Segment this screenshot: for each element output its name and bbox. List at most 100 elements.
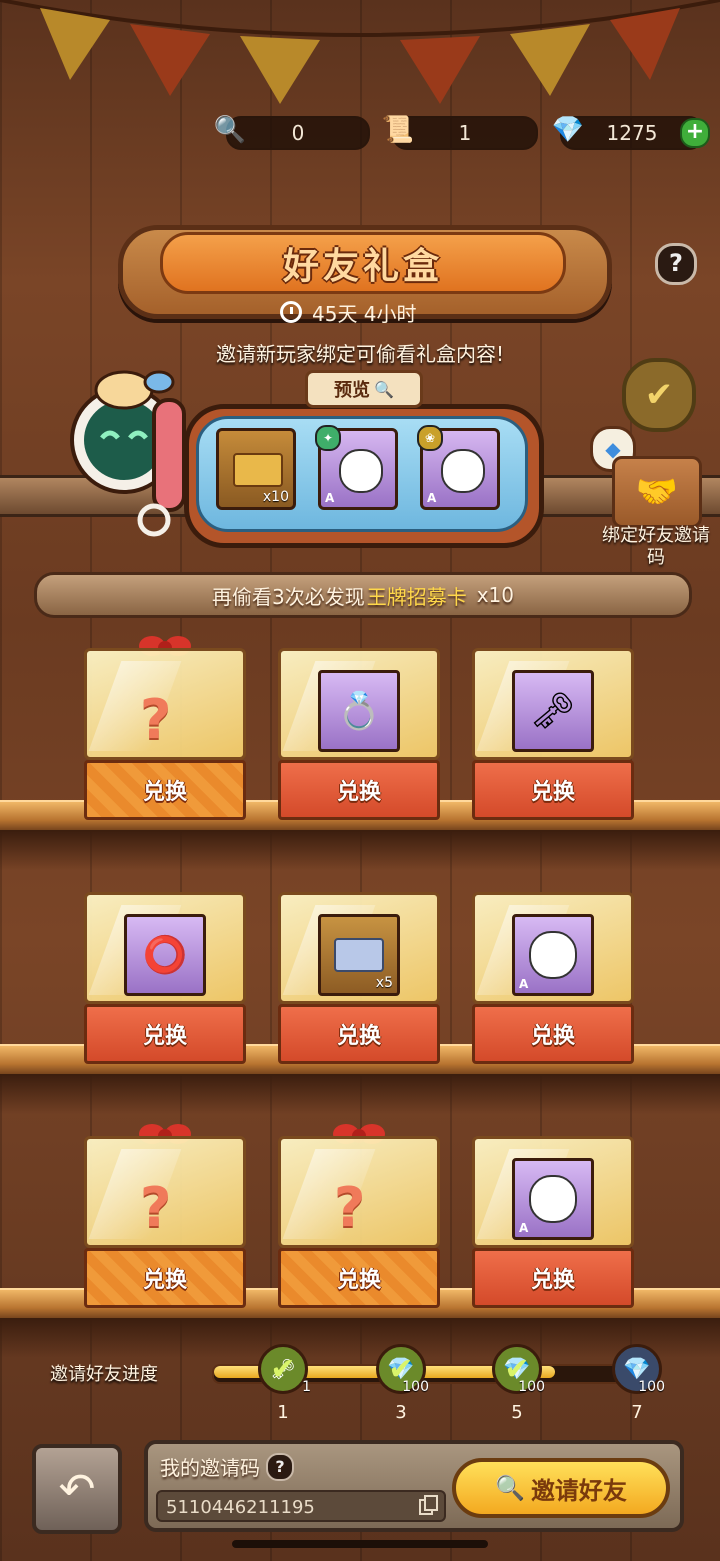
- bunting-decoration: [0, 0, 720, 104]
- exchange-button[interactable]: 兑换: [472, 760, 634, 820]
- preview-item-qty: x10: [262, 489, 289, 505]
- claimed-check-badge: ✔: [622, 358, 696, 432]
- exchange-button[interactable]: 兑换: [278, 1004, 440, 1064]
- banner-prefix: 再偷看3次必发现: [211, 584, 365, 609]
- grade-badge: A: [519, 1221, 529, 1235]
- milestone-7[interactable]: 💎 100: [612, 1344, 665, 1395]
- magnifier-icon: 🔍: [495, 1474, 525, 1502]
- milestone-count: 3: [395, 1402, 407, 1423]
- check-icon: ✔: [270, 1351, 296, 1387]
- timer-text: 45天 4小时: [312, 301, 417, 326]
- milestone-reward: 100: [518, 1379, 545, 1395]
- exchange-label: 兑换: [142, 1268, 187, 1293]
- milestone-count: 7: [631, 1402, 643, 1423]
- milestone-3[interactable]: 💎 ✔ 100: [376, 1344, 429, 1395]
- scroll-count: 1: [458, 121, 472, 145]
- exchange-label: 兑换: [142, 780, 187, 805]
- shelf-shadow: [0, 1074, 720, 1114]
- mascot-robot: [70, 370, 186, 537]
- grade-badge: A: [325, 491, 335, 505]
- guarantee-banner: 再偷看3次必发现 王牌招募卡 x10: [34, 572, 692, 618]
- dog-character-icon: [441, 449, 485, 493]
- exchange-button[interactable]: 兑换: [278, 1248, 440, 1308]
- milestone-reward: 100: [638, 1379, 665, 1395]
- banner-highlight: 王牌招募卡: [366, 584, 467, 609]
- exchange-label: 兑换: [530, 1024, 575, 1049]
- milestone-1[interactable]: 🗝 ✔ 1: [258, 1344, 311, 1395]
- exchange-button[interactable]: 兑换: [84, 1004, 246, 1064]
- reward-card-mystery[interactable]: ? 兑换: [80, 636, 250, 826]
- preview-button[interactable]: 预览 🔍: [305, 370, 423, 408]
- exchange-button[interactable]: 兑换: [472, 1248, 634, 1308]
- help-button[interactable]: ?: [655, 243, 697, 285]
- magnifier-count: 0: [291, 121, 305, 145]
- back-button[interactable]: ↶: [32, 1444, 122, 1534]
- reward-card-duck[interactable]: A 兑换: [468, 1136, 638, 1314]
- preview-item-ticket[interactable]: x10: [216, 428, 296, 510]
- grade-badge: A: [427, 491, 437, 505]
- invite-code-title-row: 我的邀请码 ?: [160, 1452, 294, 1481]
- magnifier-icon: 🔍: [213, 115, 247, 145]
- milestone-reward: 100: [402, 1379, 429, 1395]
- reward-card-ticket[interactable]: x5 兑换: [274, 892, 444, 1070]
- milestone-reward: 1: [302, 1379, 311, 1395]
- milestone-count: 5: [511, 1402, 523, 1423]
- handshake-icon: 🤝: [635, 472, 679, 512]
- bracelet-icon: ⭕: [124, 914, 206, 996]
- invite-code-title: 我的邀请码: [160, 1456, 260, 1480]
- add-gems-button[interactable]: +: [680, 118, 710, 148]
- gem-icon: 💎: [551, 115, 585, 145]
- exchange-button[interactable]: 兑换: [84, 1248, 246, 1308]
- element-badge-icon: ❀: [417, 425, 443, 451]
- milestone-count: 1: [277, 1402, 289, 1423]
- invite-progress-label: 邀请好友进度: [50, 1364, 158, 1385]
- copy-icon[interactable]: [418, 1494, 440, 1516]
- exchange-label: 兑换: [142, 1024, 187, 1049]
- page-title: 好友礼盒: [282, 246, 443, 287]
- bind-invite-code-button[interactable]: 🤝: [612, 456, 702, 528]
- question-mark-icon: ?: [140, 688, 172, 751]
- magnifier-icon: 🔍: [374, 379, 394, 399]
- title-plate: 好友礼盒: [160, 232, 566, 294]
- invite-code-field[interactable]: 5110446211195: [156, 1490, 446, 1522]
- shelf-shadow: [0, 830, 720, 870]
- milestone-5[interactable]: 💎 ✔ 100: [492, 1344, 545, 1395]
- exchange-button[interactable]: 兑换: [84, 760, 246, 820]
- clock-icon: [280, 301, 302, 323]
- reward-card-mystery[interactable]: ? 兑换: [80, 1124, 250, 1314]
- reward-card-mystery[interactable]: ? 兑换: [274, 1124, 444, 1314]
- preview-item-duck[interactable]: ✦ A: [315, 425, 398, 510]
- back-arrow-icon: ↶: [58, 1463, 96, 1515]
- exchange-label: 兑换: [336, 780, 381, 805]
- dog-character-icon: A: [512, 914, 594, 996]
- exchange-button[interactable]: 兑换: [278, 760, 440, 820]
- shelf-shadow: [0, 1318, 720, 1358]
- reward-card-bracelet[interactable]: ⭕ 兑换: [80, 892, 250, 1070]
- key-icon: 🗝: [512, 670, 594, 752]
- gem-count: 1275: [606, 121, 658, 145]
- ticket-icon: x5: [318, 914, 400, 996]
- preview-item-dog[interactable]: ❀ A: [417, 425, 500, 510]
- ring-icon: 💍: [318, 670, 400, 752]
- scroll-icon: 📜: [381, 115, 415, 145]
- exchange-label: 兑换: [336, 1268, 381, 1293]
- reward-card-dog[interactable]: A 兑换: [468, 892, 638, 1070]
- question-mark-icon: ?: [140, 1176, 172, 1239]
- ticket-icon: [233, 453, 283, 487]
- exchange-label: 兑换: [530, 1268, 575, 1293]
- invite-friends-button[interactable]: 🔍 邀请好友: [452, 1458, 670, 1518]
- exchange-label: 兑换: [336, 1024, 381, 1049]
- bind-invite-code-label: 绑定好友邀请码: [602, 525, 710, 568]
- reward-card-ring[interactable]: 💍 兑换: [274, 648, 444, 826]
- ticket-qty: x5: [375, 975, 393, 991]
- duck-character-icon: [339, 449, 383, 493]
- reward-card-key[interactable]: 🗝 兑换: [468, 648, 638, 826]
- gem-icon: 💎: [623, 1356, 651, 1382]
- duck-character-icon: A: [512, 1158, 594, 1240]
- banner-suffix: x10: [476, 583, 515, 607]
- preview-label: 预览: [334, 380, 371, 401]
- invite-code-help-button[interactable]: ?: [266, 1452, 294, 1481]
- invite-friends-label: 邀请好友: [530, 1476, 627, 1505]
- question-mark-icon: ?: [334, 1176, 366, 1239]
- exchange-button[interactable]: 兑换: [472, 1004, 634, 1064]
